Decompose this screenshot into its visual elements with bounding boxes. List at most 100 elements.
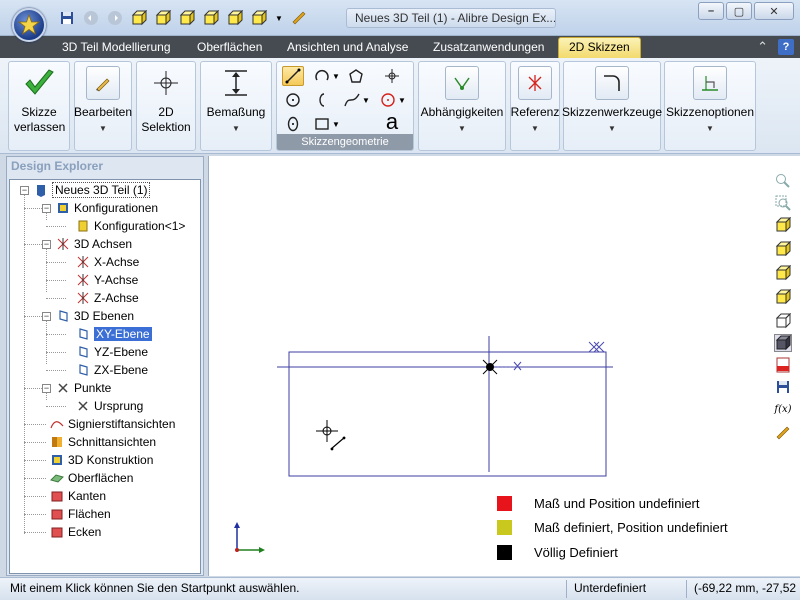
constraints-button[interactable]: Abhängigkeiten ▼ — [419, 62, 505, 150]
edit-label: Bearbeiten — [73, 105, 133, 119]
dropdown-arrow-icon[interactable]: ▼ — [325, 114, 347, 134]
cube-view-icon[interactable] — [178, 9, 196, 27]
tree-item-surfaces[interactable]: Oberflächen — [50, 469, 133, 487]
exit-sketch-button[interactable]: Skizze verlassen — [9, 62, 69, 150]
sketch-canvas[interactable]: Maß und Position undefiniert Maß definie… — [208, 156, 768, 576]
exit-sketch-group: Skizze verlassen — [8, 61, 70, 151]
tree-item-points[interactable]: Punkte — [56, 379, 111, 397]
status-sketch-state: Unterdefiniert — [574, 581, 647, 595]
minimize-button[interactable]: – — [698, 2, 724, 20]
tree-item-3d-planes[interactable]: 3D Ebenen — [56, 307, 134, 325]
tree-collapse-toggle[interactable]: − — [42, 312, 51, 321]
pdf-icon[interactable] — [774, 356, 792, 374]
measure-icon[interactable] — [290, 9, 308, 27]
cube-view-icon[interactable] — [154, 9, 172, 27]
tree-item-xy-plane[interactable]: XY-Ebene — [76, 325, 152, 343]
save-icon[interactable] — [58, 9, 76, 27]
zoom-window-icon[interactable] — [774, 194, 792, 212]
reference-button[interactable]: Referenz ▼ — [511, 62, 559, 150]
wireframe-cube-icon[interactable] — [774, 312, 792, 330]
tree-collapse-toggle[interactable]: − — [20, 186, 29, 195]
cube-view-icon[interactable] — [226, 9, 244, 27]
vertices-cube-icon — [50, 525, 64, 539]
tree-item-configuration-1[interactable]: Konfiguration<1> — [76, 217, 185, 235]
ellipse-arc-tool-icon[interactable] — [311, 90, 333, 110]
tree-item-y-axis[interactable]: Y-Achse — [76, 271, 138, 289]
shaded-cube-icon[interactable] — [774, 334, 792, 352]
tree-item-3d-construction[interactable]: 3D Konstruktion — [50, 451, 153, 469]
circle-tool-icon[interactable] — [282, 90, 304, 110]
tree-item-section-views[interactable]: Schnittansichten — [50, 433, 156, 451]
cube-view-icon[interactable] — [250, 9, 268, 27]
save-view-icon[interactable] — [774, 378, 792, 396]
tree-collapse-toggle[interactable]: − — [42, 384, 51, 393]
help-icon[interactable]: ? — [778, 39, 794, 55]
surface-icon — [50, 471, 64, 485]
minimize-ribbon-icon[interactable]: ⌃ — [757, 39, 768, 55]
equation-editor-icon[interactable]: f(x) — [774, 400, 792, 418]
line-tool-icon[interactable] — [282, 66, 304, 86]
tree-item-label: Neues 3D Teil (1) — [52, 182, 151, 198]
view-front-cube-icon[interactable] — [774, 216, 792, 234]
tree-item-label: Ecken — [68, 525, 102, 539]
text-tool-icon[interactable]: a — [381, 109, 403, 134]
reference-label: Referenz — [510, 105, 560, 119]
crosshair-icon — [149, 66, 183, 100]
view-iso-cube-icon[interactable] — [774, 288, 792, 306]
sketch-options-label: Skizzenoptionen — [665, 105, 755, 119]
constraints-icon — [445, 66, 479, 100]
star-logo-icon — [18, 14, 40, 36]
tree-collapse-toggle[interactable]: − — [42, 240, 51, 249]
tree-item-yz-plane[interactable]: YZ-Ebene — [76, 343, 148, 361]
dropdown-arrow-icon[interactable]: ▼ — [391, 90, 413, 110]
view-side-cube-icon[interactable] — [774, 264, 792, 282]
tree-item-origin[interactable]: Ursprung — [76, 397, 143, 415]
tab-2d-sketches[interactable]: 2D Skizzen — [558, 37, 641, 59]
edit-button[interactable]: Bearbeiten ▼ — [73, 62, 133, 150]
tree-item-label: XY-Ebene — [94, 327, 152, 341]
sketch-options-button[interactable]: Skizzenoptionen ▼ — [665, 62, 755, 150]
tree-item-3d-axes[interactable]: 3D Achsen — [56, 235, 132, 253]
tab-3d-part-modeling[interactable]: 3D Teil Modellierung — [62, 38, 171, 58]
dimension-button[interactable]: Bemaßung ▼ — [201, 62, 271, 150]
design-explorer-title: Design Explorer — [11, 159, 104, 173]
dropdown-arrow-icon: ▼ — [99, 124, 107, 133]
sketch-drawing — [234, 336, 613, 553]
close-button[interactable]: ✕ — [754, 2, 794, 20]
tree-item-redline-views[interactable]: Signierstiftansichten — [50, 415, 175, 433]
tree-item-part-root[interactable]: Neues 3D Teil (1) — [34, 181, 151, 199]
tree-item-x-axis[interactable]: X-Achse — [76, 253, 139, 271]
cube-view-icon[interactable] — [202, 9, 220, 27]
tab-views-analysis[interactable]: Ansichten und Analyse — [287, 38, 408, 58]
legend-label: Maß und Position undefiniert — [534, 496, 700, 511]
zoom-icon[interactable] — [774, 172, 792, 190]
sketch-tools-button[interactable]: Skizzenwerkzeuge ▼ — [562, 62, 662, 150]
sketch-geometry-caption: Skizzengeometrie — [277, 134, 413, 150]
tree-item-edges[interactable]: Kanten — [50, 487, 106, 505]
polygon-tool-icon[interactable] — [345, 66, 367, 86]
dropdown-arrow-icon[interactable]: ▼ — [274, 9, 284, 27]
view-back-cube-icon[interactable] — [774, 240, 792, 258]
tree-item-z-axis[interactable]: Z-Achse — [76, 289, 139, 307]
cube-view-icon[interactable] — [130, 9, 148, 27]
tab-surfaces[interactable]: Oberflächen — [197, 38, 262, 58]
ellipse-tool-icon[interactable] — [282, 114, 304, 134]
tree-collapse-toggle[interactable]: − — [42, 204, 51, 213]
dropdown-arrow-icon[interactable]: ▼ — [325, 66, 347, 86]
point-tool-icon[interactable] — [381, 66, 403, 86]
undo-icon[interactable] — [82, 9, 100, 27]
measure-tool-icon[interactable] — [774, 424, 792, 442]
selection-2d-button[interactable]: 2D Selektion — [137, 62, 195, 150]
app-menu-button[interactable] — [12, 8, 46, 42]
edges-cube-icon — [50, 489, 64, 503]
tree-item-zx-plane[interactable]: ZX-Ebene — [76, 361, 148, 379]
edit-pencil-icon — [86, 66, 120, 100]
tab-add-ins[interactable]: Zusatzanwendungen — [433, 38, 544, 58]
maximize-button[interactable]: ▢ — [726, 2, 752, 20]
dropdown-arrow-icon[interactable]: ▼ — [355, 90, 377, 110]
dropdown-arrow-icon: ▼ — [531, 124, 539, 133]
redo-icon[interactable] — [106, 9, 124, 27]
tree-item-faces[interactable]: Flächen — [50, 505, 111, 523]
tree-item-configurations[interactable]: Konfigurationen — [56, 199, 158, 217]
tree-item-vertices[interactable]: Ecken — [50, 523, 101, 541]
